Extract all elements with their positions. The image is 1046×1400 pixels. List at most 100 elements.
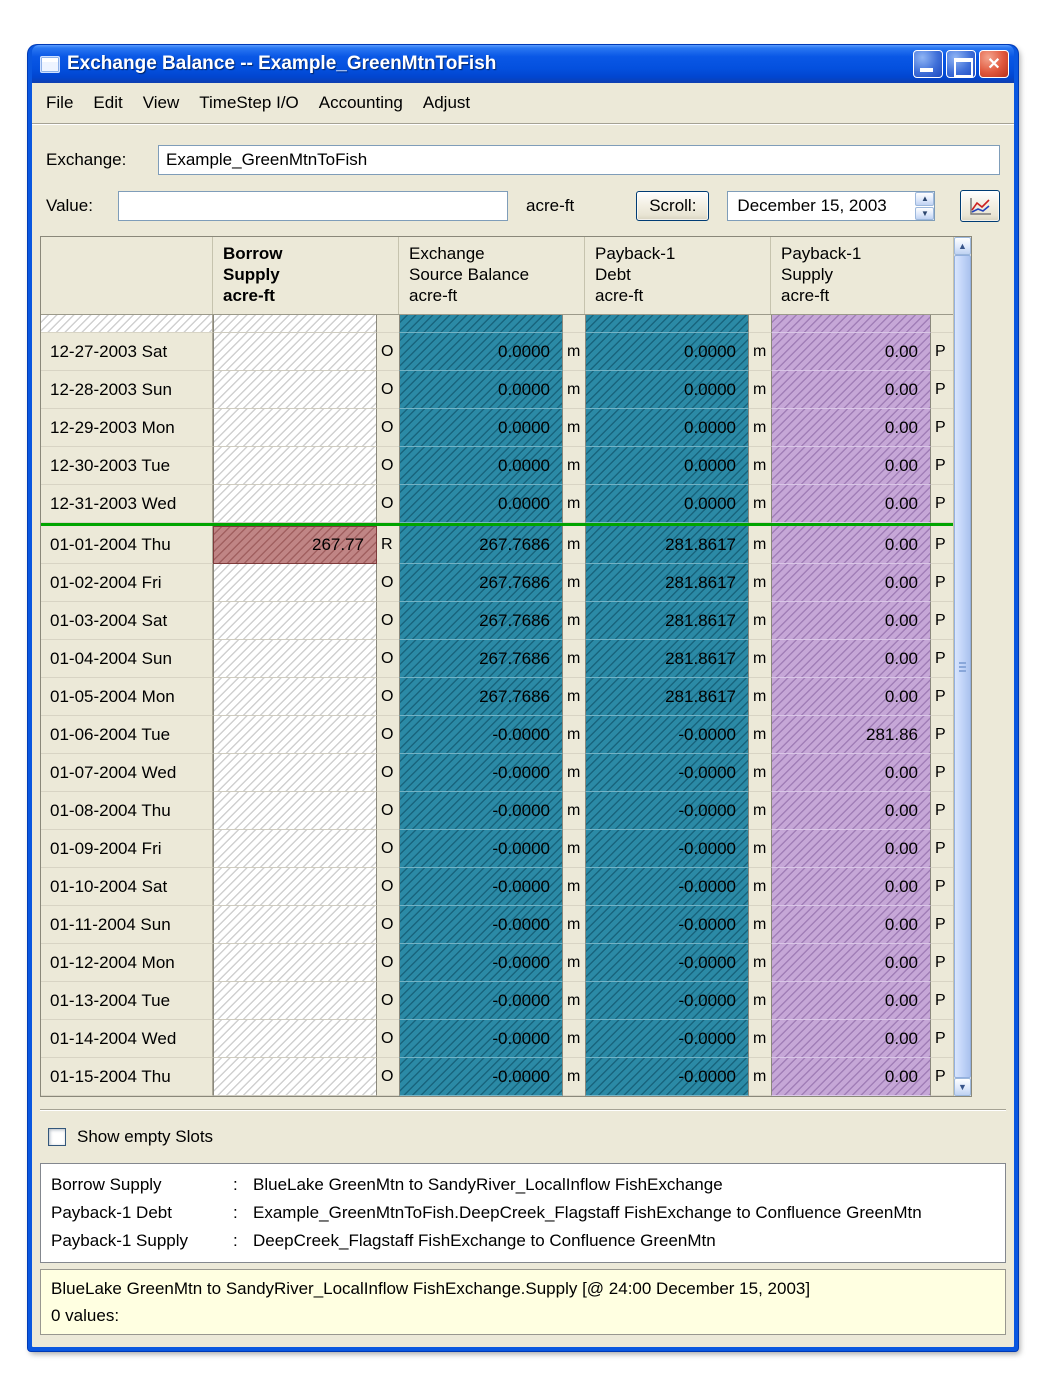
- payback1-debt-cell[interactable]: -0.0000: [585, 792, 749, 830]
- payback1-debt-cell[interactable]: 0.0000: [585, 333, 749, 371]
- payback1-supply-cell[interactable]: 0.00: [771, 602, 931, 640]
- payback1-supply-cell[interactable]: 0.00: [771, 640, 931, 678]
- borrow-supply-cell[interactable]: [213, 868, 377, 906]
- exchange-source-balance-cell[interactable]: 0.0000: [399, 409, 563, 447]
- exchange-source-balance-cell[interactable]: -0.0000: [399, 868, 563, 906]
- payback1-debt-cell[interactable]: -0.0000: [585, 1058, 749, 1096]
- row-date[interactable]: 01-03-2004 Sat: [41, 602, 213, 640]
- row-date[interactable]: 12-29-2003 Mon: [41, 409, 213, 447]
- exchange-source-balance-cell[interactable]: -0.0000: [399, 906, 563, 944]
- menu-timestep-io[interactable]: TimeStep I/O: [189, 88, 309, 118]
- borrow-supply-cell[interactable]: [213, 678, 377, 716]
- payback1-debt-cell[interactable]: 281.8617: [585, 678, 749, 716]
- exchange-source-balance-cell[interactable]: 267.7686: [399, 678, 563, 716]
- exchange-source-balance-cell[interactable]: -0.0000: [399, 830, 563, 868]
- exchange-source-balance-cell[interactable]: -0.0000: [399, 754, 563, 792]
- borrow-supply-cell[interactable]: [213, 792, 377, 830]
- borrow-supply-cell[interactable]: [213, 906, 377, 944]
- payback1-debt-cell[interactable]: -0.0000: [585, 830, 749, 868]
- row-date[interactable]: 01-14-2004 Wed: [41, 1020, 213, 1058]
- header-payback1-supply[interactable]: Payback-1 Supply acre-ft: [771, 237, 953, 314]
- payback1-debt-cell[interactable]: -0.0000: [585, 754, 749, 792]
- payback1-debt-cell[interactable]: 281.8617: [585, 526, 749, 564]
- exchange-source-balance-cell[interactable]: -0.0000: [399, 1020, 563, 1058]
- exchange-source-balance-cell[interactable]: 267.7686: [399, 602, 563, 640]
- header-borrow-supply[interactable]: Borrow Supply acre-ft: [213, 237, 399, 314]
- plot-button[interactable]: [960, 190, 1000, 222]
- payback1-supply-cell[interactable]: 0.00: [771, 944, 931, 982]
- payback1-supply-cell[interactable]: 0.00: [771, 982, 931, 1020]
- payback1-supply-cell[interactable]: 0.00: [771, 678, 931, 716]
- payback1-supply-cell[interactable]: 0.00: [771, 868, 931, 906]
- payback1-supply-cell[interactable]: 0.00: [771, 485, 931, 523]
- menu-edit[interactable]: Edit: [83, 88, 132, 118]
- row-date[interactable]: 12-31-2003 Wed: [41, 485, 213, 523]
- row-date[interactable]: 01-10-2004 Sat: [41, 868, 213, 906]
- scroll-button[interactable]: Scroll:: [636, 191, 709, 221]
- borrow-supply-cell[interactable]: [213, 982, 377, 1020]
- borrow-supply-cell[interactable]: [213, 640, 377, 678]
- payback1-supply-cell[interactable]: 0.00: [771, 754, 931, 792]
- row-date[interactable]: 01-06-2004 Tue: [41, 716, 213, 754]
- exchange-source-balance-cell[interactable]: 267.7686: [399, 526, 563, 564]
- maximize-button[interactable]: [946, 50, 976, 78]
- payback1-debt-cell[interactable]: -0.0000: [585, 716, 749, 754]
- scroll-down-icon[interactable]: ▼: [954, 1078, 971, 1096]
- borrow-supply-cell[interactable]: [213, 447, 377, 485]
- exchange-source-balance-cell[interactable]: 0.0000: [399, 485, 563, 523]
- borrow-supply-cell[interactable]: [213, 409, 377, 447]
- exchange-source-balance-cell[interactable]: 0.0000: [399, 371, 563, 409]
- payback1-debt-cell[interactable]: 281.8617: [585, 564, 749, 602]
- title-bar[interactable]: Exchange Balance -- Example_GreenMtnToFi…: [32, 45, 1014, 83]
- payback1-supply-cell[interactable]: 0.00: [771, 447, 931, 485]
- vertical-scrollbar[interactable]: ▲ ▼: [953, 237, 971, 1096]
- payback1-supply-cell[interactable]: 0.00: [771, 371, 931, 409]
- row-date[interactable]: 01-08-2004 Thu: [41, 792, 213, 830]
- payback1-debt-cell[interactable]: 0.0000: [585, 485, 749, 523]
- payback1-debt-cell[interactable]: 281.8617: [585, 602, 749, 640]
- date-spin-up-button[interactable]: ▲: [915, 192, 934, 206]
- exchange-input[interactable]: [158, 145, 1000, 175]
- row-date[interactable]: 01-12-2004 Mon: [41, 944, 213, 982]
- show-empty-slots-checkbox[interactable]: [48, 1128, 66, 1146]
- row-date[interactable]: 01-15-2004 Thu: [41, 1058, 213, 1096]
- header-exchange-source-balance[interactable]: Exchange Source Balance acre-ft: [399, 237, 585, 314]
- row-date[interactable]: 01-11-2004 Sun: [41, 906, 213, 944]
- borrow-supply-cell[interactable]: [213, 1058, 377, 1096]
- borrow-supply-cell[interactable]: [213, 830, 377, 868]
- borrow-supply-cell[interactable]: 267.77: [213, 526, 377, 564]
- exchange-source-balance-cell[interactable]: -0.0000: [399, 792, 563, 830]
- payback1-debt-cell[interactable]: -0.0000: [585, 1020, 749, 1058]
- payback1-supply-cell[interactable]: 0.00: [771, 564, 931, 602]
- payback1-debt-cell[interactable]: 281.8617: [585, 640, 749, 678]
- exchange-source-balance-cell[interactable]: 0.0000: [399, 447, 563, 485]
- minimize-button[interactable]: [913, 50, 943, 78]
- exchange-source-balance-cell[interactable]: 0.0000: [399, 333, 563, 371]
- row-date[interactable]: 12-28-2003 Sun: [41, 371, 213, 409]
- exchange-source-balance-cell[interactable]: -0.0000: [399, 944, 563, 982]
- payback1-debt-cell[interactable]: -0.0000: [585, 906, 749, 944]
- scrollbar-thumb[interactable]: [954, 255, 971, 1078]
- payback1-debt-cell[interactable]: -0.0000: [585, 868, 749, 906]
- borrow-supply-cell[interactable]: [213, 944, 377, 982]
- borrow-supply-cell[interactable]: [213, 485, 377, 523]
- exchange-source-balance-cell[interactable]: 267.7686: [399, 640, 563, 678]
- value-input[interactable]: [118, 191, 508, 221]
- payback1-debt-cell[interactable]: 0.0000: [585, 447, 749, 485]
- exchange-source-balance-cell[interactable]: -0.0000: [399, 716, 563, 754]
- payback1-supply-cell[interactable]: 281.86: [771, 716, 931, 754]
- row-date[interactable]: 01-01-2004 Thu: [41, 526, 213, 564]
- row-date[interactable]: 01-02-2004 Fri: [41, 564, 213, 602]
- payback1-supply-cell[interactable]: 0.00: [771, 906, 931, 944]
- date-spinbox[interactable]: December 15, 2003 ▲ ▼: [727, 191, 935, 221]
- payback1-debt-cell[interactable]: -0.0000: [585, 944, 749, 982]
- row-date[interactable]: 01-07-2004 Wed: [41, 754, 213, 792]
- date-spin-down-button[interactable]: ▼: [915, 207, 934, 221]
- row-date[interactable]: 01-09-2004 Fri: [41, 830, 213, 868]
- payback1-supply-cell[interactable]: 0.00: [771, 830, 931, 868]
- row-date[interactable]: 01-13-2004 Tue: [41, 982, 213, 1020]
- borrow-supply-cell[interactable]: [213, 602, 377, 640]
- borrow-supply-cell[interactable]: [213, 371, 377, 409]
- row-date[interactable]: 01-05-2004 Mon: [41, 678, 213, 716]
- payback1-supply-cell[interactable]: 0.00: [771, 1058, 931, 1096]
